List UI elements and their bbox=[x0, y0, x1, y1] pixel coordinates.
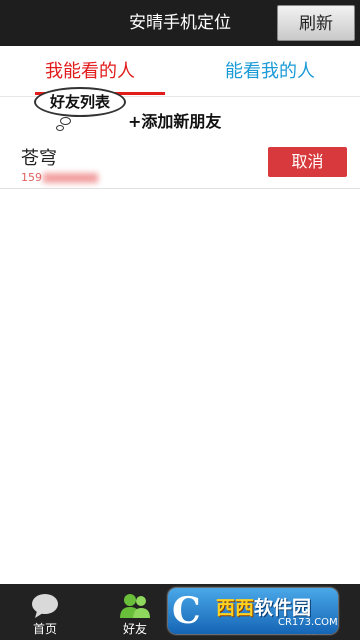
nav-home-label: 首页 bbox=[32, 622, 57, 636]
friend-phone-prefix: 159 bbox=[21, 171, 42, 184]
chat-bubble-icon bbox=[32, 594, 58, 618]
friends-icon bbox=[120, 594, 150, 618]
watermark-url: CR173.COM bbox=[278, 617, 338, 628]
watermark-c-logo: C bbox=[172, 590, 201, 632]
add-friend-link[interactable]: +添加新朋友 bbox=[128, 108, 221, 132]
callout-dot bbox=[56, 125, 64, 131]
top-bar: 安晴手机定位 刷新 bbox=[0, 0, 360, 46]
refresh-button[interactable]: 刷新 bbox=[277, 5, 355, 41]
friend-phone: 159 bbox=[21, 171, 98, 184]
friend-name: 苍穹 bbox=[21, 148, 57, 169]
tab-can-see-me[interactable]: 能看我的人 bbox=[180, 46, 360, 96]
friend-list-callout-bubble: 好友列表 bbox=[34, 87, 126, 117]
nav-home[interactable]: 首页 bbox=[0, 584, 90, 640]
callout-dot bbox=[60, 117, 71, 125]
watermark-text-white: 软件园 bbox=[254, 597, 312, 619]
blurred-phone-digits bbox=[43, 173, 98, 183]
watermark-text-colored: 西西 bbox=[216, 597, 255, 619]
watermark-logo: C 西西软件园 CR173.COM bbox=[168, 588, 338, 634]
nav-friends[interactable]: 好友 bbox=[90, 584, 180, 640]
watermark-text: 西西软件园 bbox=[216, 593, 311, 620]
cancel-button[interactable]: 取消 bbox=[268, 147, 347, 177]
nav-friends-label: 好友 bbox=[122, 622, 147, 636]
